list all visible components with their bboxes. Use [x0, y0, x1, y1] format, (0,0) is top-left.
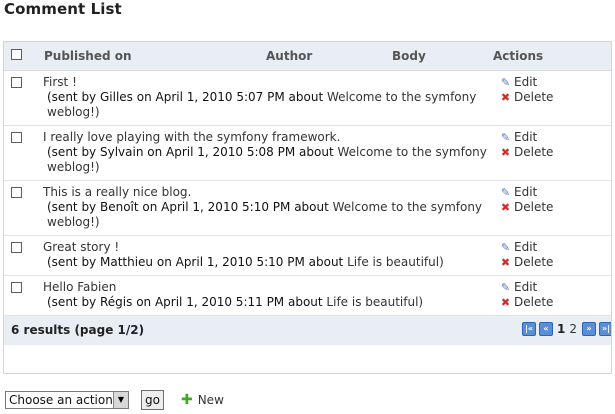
edit-link[interactable]: ✎ Edit [500, 75, 611, 90]
table-row: Great story ! (sent by Matthieu on April… [4, 235, 611, 276]
plus-icon: ✚ [180, 392, 193, 408]
comment-body: This is a really nice blog. [43, 185, 192, 199]
comment-date: on April 1, 2010 5:07 PM about [132, 90, 327, 104]
comment-meta: (sent by Régis on April 1, 2010 5:11 PM … [47, 295, 424, 309]
comment-body: First ! [43, 75, 77, 89]
table-row: First ! (sent by Gilles on April 1, 2010… [4, 70, 611, 126]
next-page-icon[interactable]: » [582, 322, 596, 336]
pager: |« « 1 2 » »| [519, 322, 611, 336]
batch-actions-bar: Choose an action ▼ go ✚ New [5, 389, 224, 411]
first-page-icon[interactable]: |« [522, 322, 536, 336]
page-title: Comment List [4, 0, 122, 18]
chevron-down-icon[interactable]: ▼ [113, 392, 128, 408]
row-checkbox[interactable] [11, 242, 22, 253]
column-actions: Actions [493, 42, 611, 71]
pencil-icon: ✎ [500, 241, 511, 254]
row-checkbox[interactable] [11, 187, 22, 198]
row-checkbox[interactable] [11, 132, 22, 143]
pencil-icon: ✎ [500, 281, 511, 294]
pencil-icon: ✎ [500, 186, 511, 199]
edit-link[interactable]: ✎ Edit [500, 185, 611, 200]
select-all-checkbox[interactable] [11, 49, 22, 60]
table-row: I really love playing with the symfony f… [4, 125, 611, 181]
comment-cell: I really love playing with the symfony f… [39, 125, 493, 181]
delete-x-icon: ✖ [500, 146, 511, 159]
delete-x-icon: ✖ [500, 256, 511, 269]
row-checkbox[interactable] [11, 282, 22, 293]
current-page: 1 [557, 322, 566, 336]
last-page-icon[interactable]: »| [599, 322, 611, 336]
delete-x-icon: ✖ [500, 201, 511, 214]
column-body[interactable]: Body [392, 49, 426, 63]
table-header-row: Published on Author Body Actions [4, 42, 611, 71]
column-author[interactable]: Author [266, 49, 312, 63]
table-row: Hello Fabien (sent by Régis on April 1, … [4, 275, 611, 316]
comment-table: Published on Author Body Actions First !… [4, 42, 611, 345]
edit-link[interactable]: ✎ Edit [500, 280, 611, 295]
delete-link[interactable]: ✖ Delete [500, 255, 611, 270]
table-row: This is a really nice blog. (sent by Ben… [4, 180, 611, 236]
header-checkbox-cell [4, 42, 39, 71]
comment-list-panel: Published on Author Body Actions First !… [3, 41, 612, 374]
table-footer: 6 results (page 1/2) |« « 1 2 » »| [4, 315, 611, 345]
comment-body: Great story ! [43, 240, 120, 254]
delete-link[interactable]: ✖ Delete [500, 145, 611, 160]
delete-link[interactable]: ✖ Delete [500, 90, 611, 105]
comment-cell: This is a really nice blog. (sent by Ben… [39, 180, 493, 236]
comment-meta: (sent by Matthieu on April 1, 2010 5:10 … [47, 255, 444, 269]
table-footer-row: 6 results (page 1/2) |« « 1 2 » »| [4, 315, 611, 345]
comment-body: I really love playing with the symfony f… [43, 130, 341, 144]
header-columns: Published on Author Body [39, 42, 493, 71]
delete-link[interactable]: ✖ Delete [500, 295, 611, 310]
delete-x-icon: ✖ [500, 91, 511, 104]
comment-cell: Hello Fabien (sent by Régis on April 1, … [39, 275, 493, 316]
comment-date: on April 1, 2010 5:10 PM about [138, 200, 333, 214]
pencil-icon: ✎ [500, 131, 511, 144]
actions-cell: ✎ Edit ✖ Delete [493, 70, 611, 126]
new-label: New [197, 393, 224, 407]
comment-meta: (sent by Benoît on April 1, 2010 5:10 PM… [47, 200, 483, 229]
comment-author: Matthieu [99, 255, 154, 269]
batch-action-selected: Choose an action [9, 393, 113, 407]
batch-action-select[interactable]: Choose an action ▼ [5, 391, 129, 409]
row-checkbox[interactable] [11, 77, 22, 88]
comment-cell: First ! (sent by Gilles on April 1, 2010… [39, 70, 493, 126]
comment-date: on April 1, 2010 5:11 PM about [132, 295, 327, 309]
page-2-link[interactable]: 2 [569, 322, 577, 336]
comment-author: Gilles [99, 90, 133, 104]
post-link[interactable]: Life is beautiful) [326, 295, 423, 309]
pencil-icon: ✎ [500, 76, 511, 89]
actions-cell: ✎ Edit ✖ Delete [493, 180, 611, 236]
comment-date: on April 1, 2010 5:10 PM about [153, 255, 348, 269]
comment-meta: (sent by Sylvain on April 1, 2010 5:08 P… [47, 145, 487, 174]
comment-meta: (sent by Gilles on April 1, 2010 5:07 PM… [47, 90, 477, 119]
edit-link[interactable]: ✎ Edit [500, 240, 611, 255]
comment-cell: Great story ! (sent by Matthieu on April… [39, 235, 493, 276]
comment-author: Sylvain [99, 145, 144, 159]
comment-author: Benoît [99, 200, 139, 214]
go-button[interactable]: go [141, 390, 164, 410]
comment-author: Régis [99, 295, 133, 309]
comment-date: on April 1, 2010 5:08 PM about [143, 145, 338, 159]
delete-link[interactable]: ✖ Delete [500, 200, 611, 215]
actions-cell: ✎ Edit ✖ Delete [493, 125, 611, 181]
comment-body: Hello Fabien [43, 280, 117, 294]
post-link[interactable]: Life is beautiful) [347, 255, 444, 269]
results-count: 6 results (page 1/2) [11, 323, 145, 337]
actions-cell: ✎ Edit ✖ Delete [493, 235, 611, 276]
delete-x-icon: ✖ [500, 296, 511, 309]
new-link[interactable]: ✚ New [181, 392, 224, 408]
previous-page-icon[interactable]: « [539, 322, 553, 336]
edit-link[interactable]: ✎ Edit [500, 130, 611, 145]
column-published-on[interactable]: Published on [44, 49, 132, 63]
actions-cell: ✎ Edit ✖ Delete [493, 275, 611, 316]
